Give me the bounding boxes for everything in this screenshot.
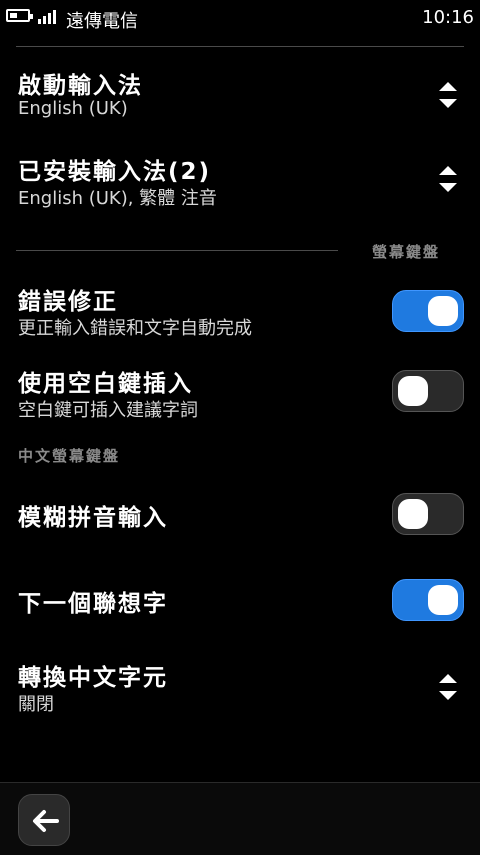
- toggle-knob: [428, 585, 458, 615]
- convert-chinese-value: 關閉: [18, 694, 54, 715]
- section-header-chinese-keyboard: 中文螢幕鍵盤: [18, 447, 121, 465]
- installed-input-methods-row[interactable]: 已安裝輸入法(2) English (UK), 繁體 注音: [0, 146, 480, 216]
- top-divider: [16, 46, 464, 47]
- toggle-knob: [398, 499, 428, 529]
- error-correction-toggle[interactable]: [392, 290, 464, 332]
- convert-chinese-title: 轉換中文字元: [18, 665, 168, 691]
- fuzzy-pinyin-row[interactable]: 模糊拼音輸入: [0, 486, 480, 544]
- next-prediction-row[interactable]: 下一個聯想字: [0, 572, 480, 630]
- space-insert-row[interactable]: 使用空白鍵插入 空白鍵可插入建議字詞: [0, 358, 480, 424]
- error-correction-desc: 更正輸入錯誤和文字自動完成: [18, 318, 252, 339]
- fuzzy-pinyin-toggle[interactable]: [392, 493, 464, 535]
- next-prediction-toggle[interactable]: [392, 579, 464, 621]
- up-down-arrows-icon[interactable]: [438, 674, 458, 700]
- active-input-value: English (UK): [18, 98, 128, 119]
- section-divider: [16, 250, 338, 251]
- space-insert-toggle[interactable]: [392, 370, 464, 412]
- active-input-method-row[interactable]: 啟動輸入法 English (UK): [0, 60, 480, 130]
- carrier-name: 遠傳電信: [66, 11, 138, 32]
- status-bar: 遠傳電信 10:16: [0, 0, 480, 36]
- error-correction-row[interactable]: 錯誤修正 更正輸入錯誤和文字自動完成: [0, 278, 480, 344]
- toggle-knob: [398, 376, 428, 406]
- space-insert-desc: 空白鍵可插入建議字詞: [18, 400, 198, 421]
- bottom-toolbar: [0, 782, 480, 855]
- space-insert-title: 使用空白鍵插入: [18, 371, 193, 397]
- up-down-arrows-icon[interactable]: [438, 82, 458, 108]
- up-down-arrows-icon[interactable]: [438, 166, 458, 192]
- active-input-title: 啟動輸入法: [18, 73, 143, 99]
- battery-icon: [6, 9, 33, 22]
- signal-strength-icon: [38, 10, 60, 24]
- status-clock: 10:16: [422, 7, 474, 28]
- convert-chinese-row[interactable]: 轉換中文字元 關閉: [0, 654, 480, 724]
- error-correction-title: 錯誤修正: [18, 289, 118, 315]
- next-prediction-title: 下一個聯想字: [18, 591, 168, 617]
- installed-input-title: 已安裝輸入法(2): [18, 159, 212, 185]
- back-arrow-icon: [33, 810, 59, 832]
- section-header-onscreen-keyboard: 螢幕鍵盤: [372, 243, 441, 261]
- installed-input-value: English (UK), 繁體 注音: [18, 188, 217, 209]
- fuzzy-pinyin-title: 模糊拼音輸入: [18, 505, 168, 531]
- toggle-knob: [428, 296, 458, 326]
- back-button[interactable]: [18, 794, 70, 846]
